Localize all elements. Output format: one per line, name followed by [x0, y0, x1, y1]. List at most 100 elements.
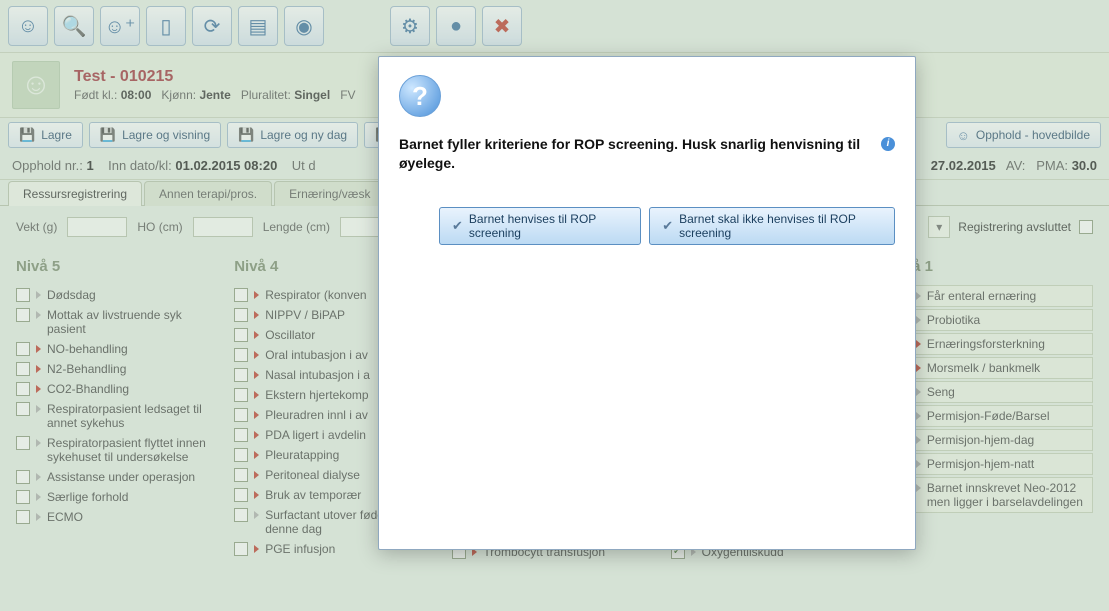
avatar: ☺	[12, 61, 60, 109]
save-new-day-button[interactable]: 💾Lagre og ny dag	[227, 122, 358, 148]
item-checkbox[interactable]	[234, 288, 248, 302]
flag-icon	[254, 471, 259, 479]
info-icon[interactable]: i	[881, 137, 895, 151]
tb-eye-icon[interactable]: ◉	[284, 6, 324, 46]
tb-gears-icon[interactable]: ⚙	[390, 6, 430, 46]
item-label: Permisjon-Føde/Barsel	[927, 409, 1086, 423]
item-label: Får enteral ernæring	[927, 289, 1086, 303]
list-item[interactable]: Permisjon-hjem-dag	[889, 429, 1093, 451]
list-item[interactable]: Særlige forhold	[16, 487, 220, 507]
list-item[interactable]: NO-behandling	[16, 339, 220, 359]
save-view-button[interactable]: 💾Lagre og visning	[89, 122, 221, 148]
item-checkbox[interactable]	[16, 308, 30, 322]
item-label: Morsmelk / bankmelk	[927, 361, 1086, 375]
item-checkbox[interactable]	[16, 362, 30, 376]
flag-icon	[916, 388, 921, 396]
item-checkbox[interactable]	[234, 488, 248, 502]
item-checkbox[interactable]	[234, 508, 248, 522]
flag-icon	[36, 439, 41, 447]
tab-ernaering[interactable]: Ernæring/væsk	[274, 181, 385, 206]
item-checkbox[interactable]	[234, 368, 248, 382]
check-icon: ✔	[662, 218, 673, 234]
flag-icon	[254, 371, 259, 379]
ho-input[interactable]	[193, 217, 253, 237]
list-item[interactable]: Barnet innskrevet Neo-2012 men ligger i …	[889, 477, 1093, 513]
tab-ressurs[interactable]: Ressursregistrering	[8, 181, 142, 206]
item-checkbox[interactable]	[16, 288, 30, 302]
item-label: Seng	[927, 385, 1086, 399]
item-checkbox[interactable]	[234, 448, 248, 462]
opphold-button[interactable]: ☺Opphold - hovedbilde	[946, 122, 1101, 148]
rop-no-button[interactable]: ✔Barnet skal ikke henvises til ROP scree…	[649, 207, 895, 245]
item-checkbox[interactable]	[234, 328, 248, 342]
reg-av-checkbox[interactable]	[1079, 220, 1093, 234]
rop-modal: ? Barnet fyller kriteriene for ROP scree…	[378, 56, 916, 550]
item-checkbox[interactable]	[234, 468, 248, 482]
niv1-title: Nivå 1	[889, 258, 1093, 275]
list-item[interactable]: Assistanse under operasjon	[16, 467, 220, 487]
item-checkbox[interactable]	[234, 408, 248, 422]
list-item[interactable]: Mottak av livstruende syk pasient	[16, 305, 220, 339]
ho-label: HO (cm)	[137, 220, 182, 234]
item-label: Permisjon-hjem-natt	[927, 457, 1086, 471]
item-checkbox[interactable]	[16, 382, 30, 396]
item-label: Respiratorpasient ledsaget til annet syk…	[47, 402, 220, 430]
item-checkbox[interactable]	[16, 402, 30, 416]
list-item[interactable]: Respiratorpasient flyttet innen sykehuse…	[16, 433, 220, 467]
vekt-label: Vekt (g)	[16, 220, 57, 234]
tab-annen[interactable]: Annen terapi/pros.	[144, 181, 272, 206]
list-item[interactable]: Probiotika	[889, 309, 1093, 331]
item-label: Assistanse under operasjon	[47, 470, 220, 484]
save-icon: 💾	[238, 127, 254, 143]
item-checkbox[interactable]	[234, 388, 248, 402]
question-icon: ?	[399, 75, 441, 117]
list-item[interactable]: Dødsdag	[16, 285, 220, 305]
vekt-input[interactable]	[67, 217, 127, 237]
item-label: Respiratorpasient flyttet innen sykehuse…	[47, 436, 220, 464]
patient-name: Test - 010215	[74, 68, 356, 86]
tb-document-icon[interactable]: ▯	[146, 6, 186, 46]
rop-yes-button[interactable]: ✔Barnet henvises til ROP screening	[439, 207, 641, 245]
list-item[interactable]: Permisjon-hjem-natt	[889, 453, 1093, 475]
flag-icon	[36, 385, 41, 393]
flag-icon	[36, 345, 41, 353]
flag-icon	[254, 545, 259, 553]
list-item[interactable]: Morsmelk / bankmelk	[889, 357, 1093, 379]
tb-search-icon[interactable]: 🔍	[54, 6, 94, 46]
item-checkbox[interactable]	[234, 542, 248, 556]
item-checkbox[interactable]	[234, 428, 248, 442]
item-checkbox[interactable]	[16, 342, 30, 356]
tb-close-icon[interactable]: ✖	[482, 6, 522, 46]
list-item[interactable]: ECMO	[16, 507, 220, 527]
niv1-col: Nivå 1 Får enteral ernæring ProbiotikaErn…	[889, 252, 1093, 562]
item-label: Mottak av livstruende syk pasient	[47, 308, 220, 336]
item-checkbox[interactable]	[16, 470, 30, 484]
dropdown-toggle[interactable]: ▾	[928, 216, 950, 238]
tb-refresh-icon[interactable]: ⟳	[192, 6, 232, 46]
list-item[interactable]: Respiratorpasient ledsaget til annet syk…	[16, 399, 220, 433]
item-checkbox[interactable]	[16, 490, 30, 504]
item-checkbox[interactable]	[234, 348, 248, 362]
item-checkbox[interactable]	[16, 510, 30, 524]
list-item[interactable]: Får enteral ernæring	[889, 285, 1093, 307]
flag-icon	[916, 412, 921, 420]
tb-person-icon[interactable]: ☺	[8, 6, 48, 46]
save-button[interactable]: 💾Lagre	[8, 122, 83, 148]
item-checkbox[interactable]	[234, 308, 248, 322]
list-item[interactable]: Seng	[889, 381, 1093, 403]
tb-person-plus-icon[interactable]: ☺⁺	[100, 6, 140, 46]
flag-icon	[254, 391, 259, 399]
list-item[interactable]: N2-Behandling	[16, 359, 220, 379]
flag-icon	[254, 291, 259, 299]
save-icon: 💾	[19, 127, 35, 143]
tb-globe-icon[interactable]: ●	[436, 6, 476, 46]
item-checkbox[interactable]	[16, 436, 30, 450]
item-label: N2-Behandling	[47, 362, 220, 376]
list-item[interactable]: Permisjon-Føde/Barsel	[889, 405, 1093, 427]
niv5-col: Nivå 5 DødsdagMottak av livstruende syk …	[16, 252, 220, 562]
tb-book-icon[interactable]: ▤	[238, 6, 278, 46]
list-item[interactable]: CO2-Bhandling	[16, 379, 220, 399]
list-item[interactable]: Ernæringsforsterkning	[889, 333, 1093, 355]
top-toolbar: ☺ 🔍 ☺⁺ ▯ ⟳ ▤ ◉ ⚙ ● ✖	[0, 0, 1109, 52]
flag-icon	[254, 431, 259, 439]
